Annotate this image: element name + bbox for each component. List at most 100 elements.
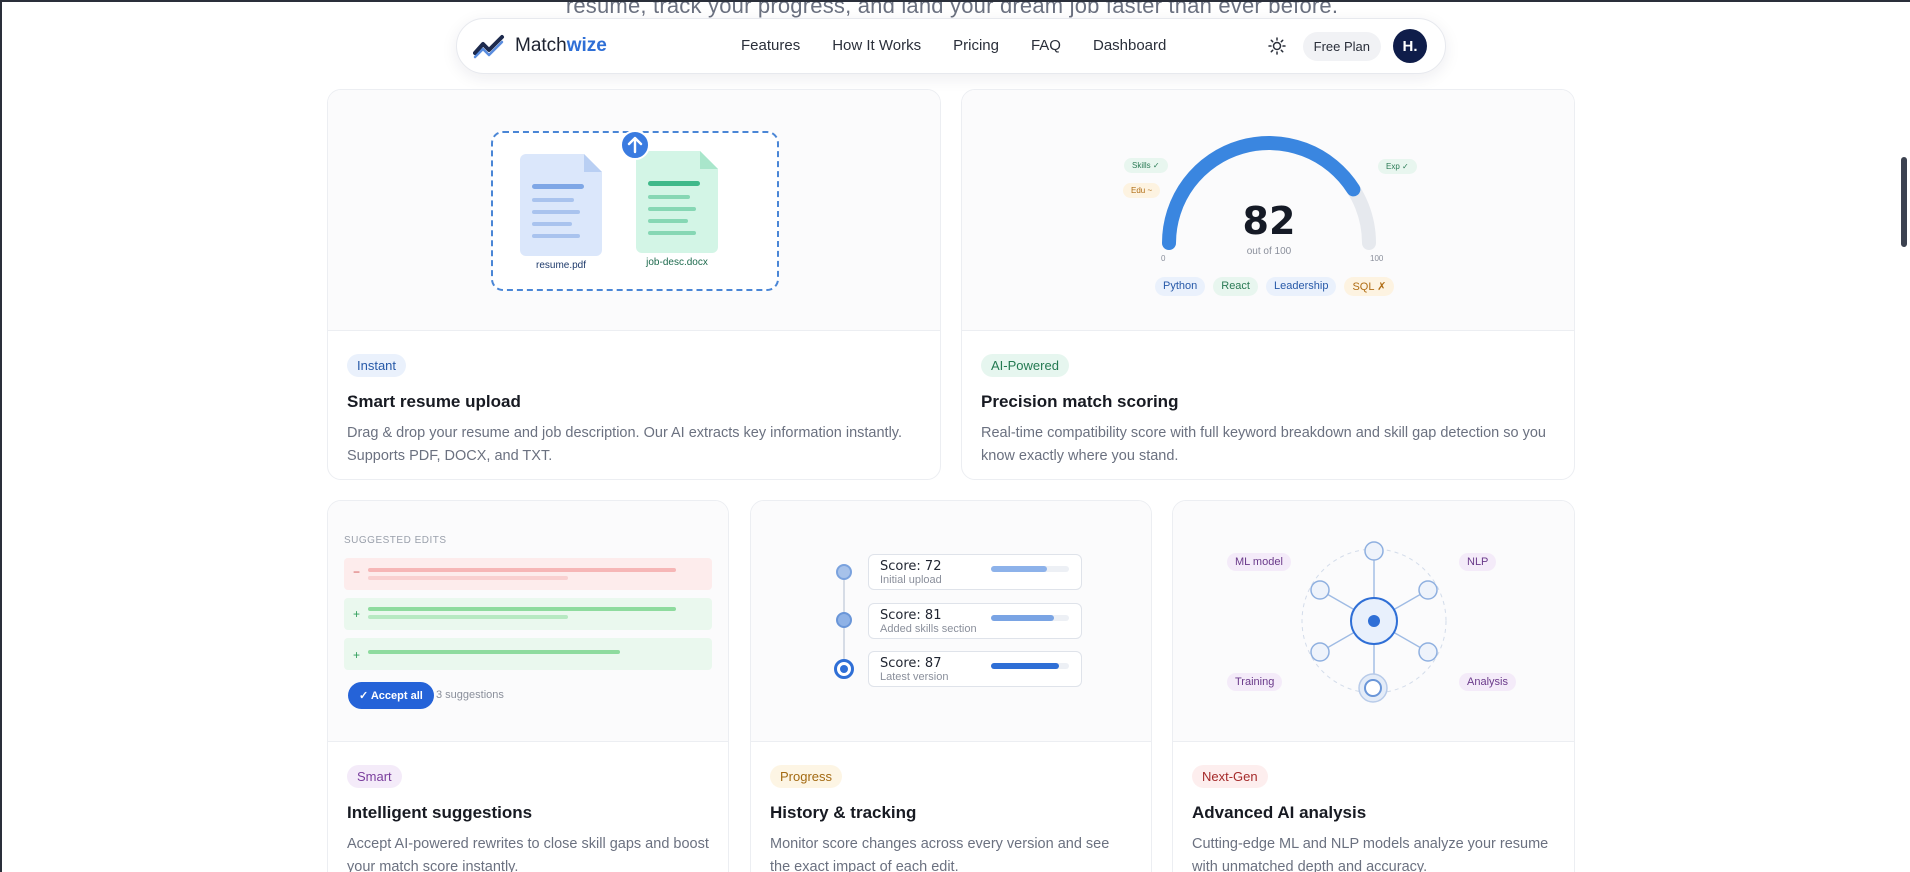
history-item[interactable]: Score: 81 Added skills section (868, 603, 1082, 639)
scoring-card-body: AI-Powered Precision match scoring Real-… (981, 354, 1555, 468)
nav-link-pricing[interactable]: Pricing (953, 37, 999, 54)
removed-line (368, 576, 568, 580)
plus-icon: + (353, 607, 361, 621)
added-line (368, 650, 620, 654)
feature-card-suggestions: SUGGESTED EDITS − + + ✓ Accept all 3 sug… (327, 500, 729, 872)
history-score: Score: 87 (880, 656, 942, 671)
timeline-dot (836, 612, 852, 628)
nav-links: Features How It Works Pricing FAQ Dashbo… (741, 37, 1198, 54)
gauge-min-label: 0 (1161, 254, 1166, 263)
keyword-react: React (1213, 277, 1258, 296)
browser-viewport: resume, track your progress, and land yo… (0, 0, 1910, 872)
theme-toggle-button[interactable] (1263, 32, 1291, 60)
analysis-card-body: Next-Gen Advanced AI analysis Cutting-ed… (1192, 765, 1555, 872)
card-description: Drag & drop your resume and job descript… (347, 425, 903, 464)
upload-visual: resume.pdf job-desc.docx (328, 90, 940, 331)
history-score: Score: 72 (880, 559, 942, 574)
arrow-up-icon (627, 136, 643, 154)
badge-progress: Progress (770, 765, 843, 788)
sun-icon (1267, 37, 1286, 55)
badge-smart: Smart (347, 765, 402, 788)
added-line (368, 607, 676, 611)
top-navbar: Matchwize Features How It Works Pricing … (456, 18, 1446, 74)
card-description: Real-time compatibility score with full … (981, 425, 1546, 464)
tag-exp: Exp ✓ (1378, 159, 1417, 174)
minus-icon: − (353, 565, 361, 579)
card-title: Precision match scoring (981, 392, 1179, 411)
plan-badge[interactable]: Free Plan (1302, 31, 1381, 61)
label-analysis: Analysis (1459, 673, 1516, 691)
brand[interactable]: Matchwize (473, 33, 607, 59)
badge-next-gen: Next-Gen (1192, 765, 1268, 788)
badge-ai-powered: AI-Powered (981, 354, 1069, 377)
plus-icon: + (353, 648, 361, 662)
accept-all-button[interactable]: ✓ Accept all (348, 682, 434, 709)
keyword-leadership: Leadership (1266, 277, 1337, 296)
removed-line (368, 568, 676, 572)
card-title: Intelligent suggestions (347, 803, 533, 822)
history-bar (991, 615, 1069, 621)
score-value: 82 (1242, 199, 1296, 243)
history-score: Score: 81 (880, 608, 942, 623)
neural-network-diagram (1301, 541, 1447, 703)
trend-line-logo-icon (473, 35, 504, 59)
gauge-max-label: 100 (1370, 254, 1384, 263)
brand-name: Matchwize (515, 35, 607, 56)
card-description: Cutting-edge ML and NLP models analyze y… (1192, 836, 1549, 872)
timeline-dot-current (834, 659, 854, 679)
label-ml-model: ML model (1227, 553, 1291, 571)
analysis-visual: ML model NLP Training Analysis (1173, 501, 1574, 742)
card-title: History & tracking (770, 803, 917, 822)
feature-card-upload: resume.pdf job-desc.docx Instant Smart r… (327, 89, 941, 480)
resume-file-name: resume.pdf (535, 260, 587, 271)
suggestion-addition: + (344, 638, 712, 670)
feature-card-history: Score: 72 Initial upload Score: 81 Added… (750, 500, 1152, 872)
nav-link-features[interactable]: Features (741, 37, 800, 54)
scoring-visual: 82 out of 100 0 100 Skills ✓ Edu ~ Exp ✓… (962, 90, 1574, 331)
tag-edu: Edu ~ (1123, 183, 1161, 198)
label-nlp: NLP (1459, 553, 1497, 571)
card-title: Smart resume upload (347, 392, 521, 411)
job-desc-file-icon (636, 151, 718, 253)
feature-card-analysis: ML model NLP Training Analysis Next-Gen … (1172, 500, 1575, 872)
added-line (368, 615, 568, 619)
history-bar (991, 566, 1069, 572)
keyword-list: Python React Leadership SQL ✗ (1155, 277, 1395, 296)
suggestion-removal: − (344, 558, 712, 590)
history-label: Latest version (880, 671, 949, 683)
suggestions-card-body: Smart Intelligent suggestions Accept AI-… (347, 765, 709, 872)
job-desc-file-name: job-desc.docx (646, 257, 708, 268)
history-item[interactable]: Score: 72 Initial upload (868, 554, 1082, 590)
history-bar (991, 663, 1069, 669)
label-training: Training (1227, 673, 1283, 691)
upload-arrow-button[interactable] (620, 130, 650, 160)
card-title: Advanced AI analysis (1192, 803, 1367, 822)
keyword-python: Python (1155, 277, 1206, 296)
tag-skills: Skills ✓ (1124, 158, 1168, 173)
history-label: Added skills section (880, 623, 977, 635)
timeline-dot (836, 564, 852, 580)
history-label: Initial upload (880, 574, 942, 586)
nav-link-dashboard[interactable]: Dashboard (1093, 37, 1166, 54)
history-item[interactable]: Score: 87 Latest version (868, 651, 1082, 687)
suggestion-count: 3 suggestions (436, 689, 504, 701)
keyword-sql: SQL ✗ (1344, 277, 1395, 296)
suggestions-visual: SUGGESTED EDITS − + + ✓ Accept all 3 sug… (328, 501, 728, 742)
feature-card-scoring: 82 out of 100 0 100 Skills ✓ Edu ~ Exp ✓… (961, 89, 1575, 480)
hero-subtitle: resume, track your progress, and land yo… (565, 0, 1339, 18)
suggested-edits-heading: SUGGESTED EDITS (344, 535, 447, 546)
suggestion-addition: + (344, 598, 712, 630)
badge-instant: Instant (347, 354, 407, 377)
nav-link-how-it-works[interactable]: How It Works (832, 37, 921, 54)
score-subtitle: out of 100 (1246, 246, 1292, 257)
page-scrollbar[interactable] (1901, 157, 1907, 247)
upload-card-body: Instant Smart resume upload Drag & drop … (347, 354, 921, 468)
nav-actions: Free Plan H. (1263, 29, 1427, 63)
history-visual: Score: 72 Initial upload Score: 81 Added… (751, 501, 1151, 742)
resume-file-icon (520, 154, 602, 256)
nav-link-faq[interactable]: FAQ (1031, 37, 1061, 54)
history-card-body: Progress History & tracking Monitor scor… (770, 765, 1132, 872)
user-avatar[interactable]: H. (1393, 29, 1427, 63)
card-description: Accept AI-powered rewrites to close skil… (347, 836, 709, 872)
card-description: Monitor score changes across every versi… (770, 836, 1110, 872)
